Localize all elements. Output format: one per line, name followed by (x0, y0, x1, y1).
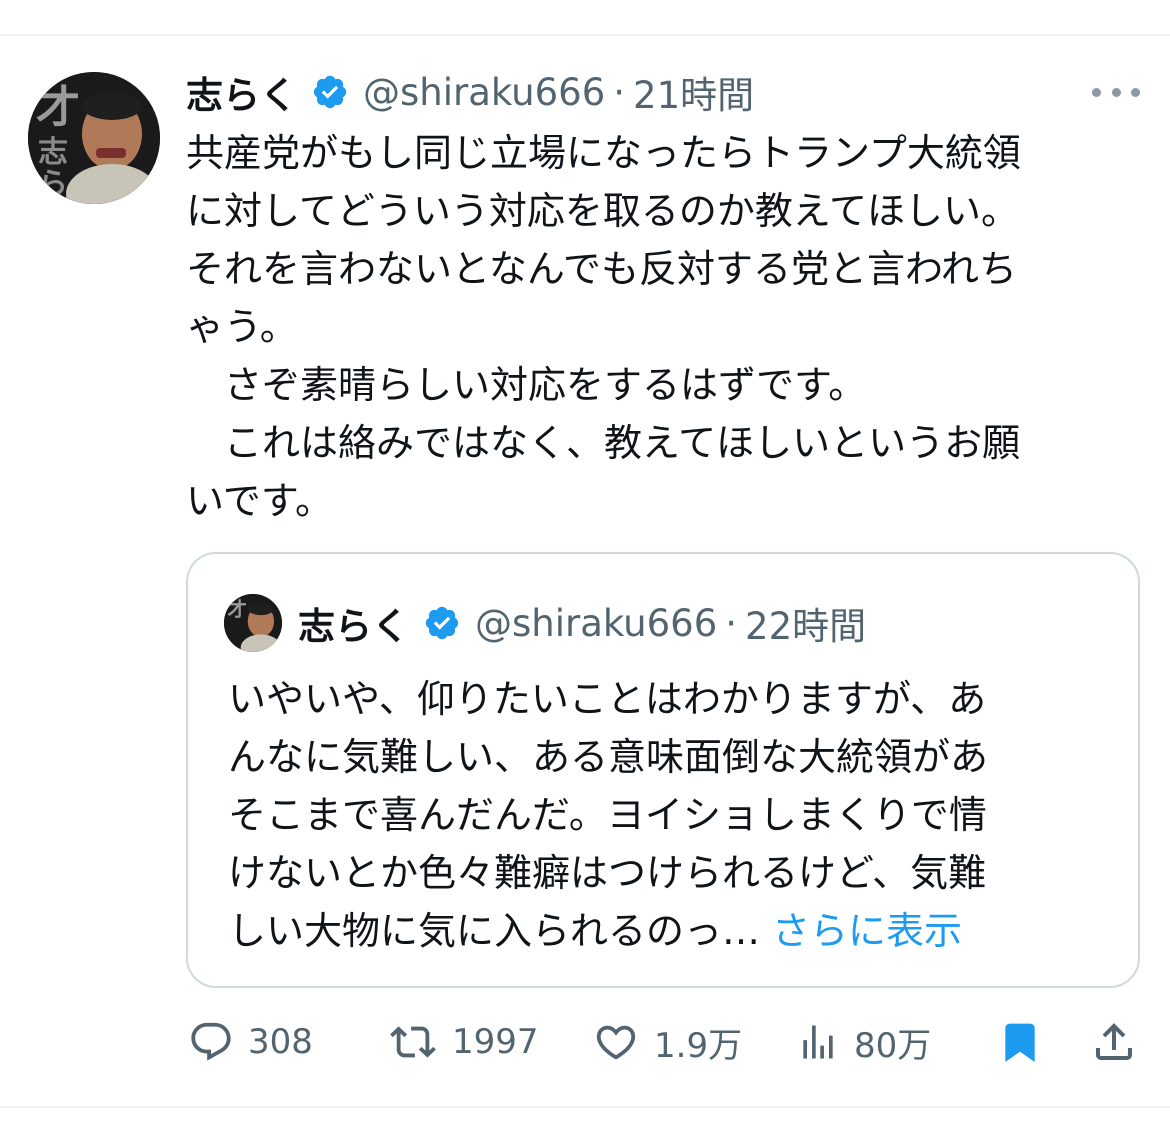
quoted-tweet-timestamp[interactable]: 22時間 (745, 596, 866, 650)
author-avatar[interactable]: 才 志 ら (28, 72, 160, 204)
quoted-text-line: けないとか色々難癖はつけられるけど、気難 (228, 851, 987, 895)
svg-text:才: 才 (36, 82, 80, 133)
retweet-icon (390, 1026, 436, 1058)
svg-text:ら: ら (38, 167, 68, 202)
tweet-text-line: これは絡みではなく、教えてほしいというお願 (186, 421, 1021, 465)
author-handle[interactable]: @shiraku666 (363, 71, 605, 114)
author-name[interactable]: 志らく (186, 65, 297, 119)
quoted-text-line: そこまで喜んだんだ。ヨイショしまくりで情 (228, 793, 987, 837)
reply-count: 308 (248, 1022, 313, 1062)
quoted-author-name[interactable]: 志らく (298, 596, 409, 650)
views-button[interactable]: 80万 (796, 1012, 931, 1072)
reply-icon (191, 1022, 231, 1061)
svg-text:志: 志 (38, 135, 68, 170)
bookmark-icon (1005, 1023, 1035, 1063)
bookmark-button[interactable] (998, 1012, 1042, 1072)
tweet-text-line: 共産党がもし同じ立場になったらトランプ大統領 (186, 131, 1021, 175)
quoted-text-line: いやいや、仰りたいことはわかりますが、あ (228, 677, 987, 721)
quoted-header-separator: · (725, 601, 738, 645)
tweet-text-line: それを言わないとなんでも反対する党と言われち (186, 247, 1018, 291)
verified-badge-icon (313, 75, 347, 109)
tweet-text-line: ゃう。 (186, 305, 298, 349)
quoted-author-avatar[interactable]: 才 (224, 594, 282, 652)
svg-text:才: 才 (228, 598, 247, 621)
tweet-text: 共産党がもし同じ立場になったらトランプ大統領 に対してどういう対応を取るのか教え… (186, 124, 1136, 530)
retweet-button[interactable]: 1997 (388, 1012, 539, 1072)
reply-button[interactable]: 308 (188, 1012, 313, 1072)
quoted-author-handle[interactable]: @shiraku666 (475, 602, 717, 645)
bottom-divider (0, 1106, 1170, 1108)
quoted-text-line-last: しい大物に気に入られるのっ… さらに表示 (228, 902, 1108, 960)
share-button[interactable] (1090, 1012, 1138, 1072)
tweet-text-line: に対してどういう対応を取るのか教えてほしい。 (186, 189, 1019, 233)
retweet-count: 1997 (452, 1022, 539, 1062)
tweet-action-bar: 308 1997 1.9万 80万 (0, 1012, 1170, 1072)
share-icon (1096, 1023, 1132, 1060)
tweet-timestamp[interactable]: 21時間 (633, 65, 754, 119)
top-divider (0, 34, 1170, 36)
like-count: 1.9万 (654, 1025, 743, 1066)
views-count: 80万 (854, 1025, 932, 1066)
verified-badge-icon (425, 606, 459, 640)
quoted-text-line: んなに気難しい、ある意味面倒な大統領があ (228, 735, 989, 779)
quoted-tweet-card[interactable]: 才 志らく @shiraku666 · 22時間 いやいや、仰りたいことはわかり… (186, 552, 1140, 988)
tweet-header: 志らく @shiraku666 · 21時間 (186, 64, 754, 120)
show-more-link[interactable]: さらに表示 (772, 909, 962, 953)
more-horizontal-icon[interactable] (1092, 86, 1140, 98)
header-separator: · (613, 70, 626, 114)
views-icon (803, 1025, 833, 1059)
heart-icon (596, 1025, 636, 1060)
tweet-text-line: いです。 (186, 479, 334, 523)
quoted-text-truncated: しい大物に気に入られるのっ… (228, 909, 761, 953)
like-button[interactable]: 1.9万 (592, 1012, 742, 1072)
tweet-text-line: さぞ素晴らしい対応をするはずです。 (186, 363, 867, 407)
quoted-tweet-header: 志らく @shiraku666 · 22時間 (298, 594, 866, 652)
quoted-tweet-text: いやいや、仰りたいことはわかりますが、あ んなに気難しい、ある意味面倒な大統領が… (228, 670, 1108, 960)
